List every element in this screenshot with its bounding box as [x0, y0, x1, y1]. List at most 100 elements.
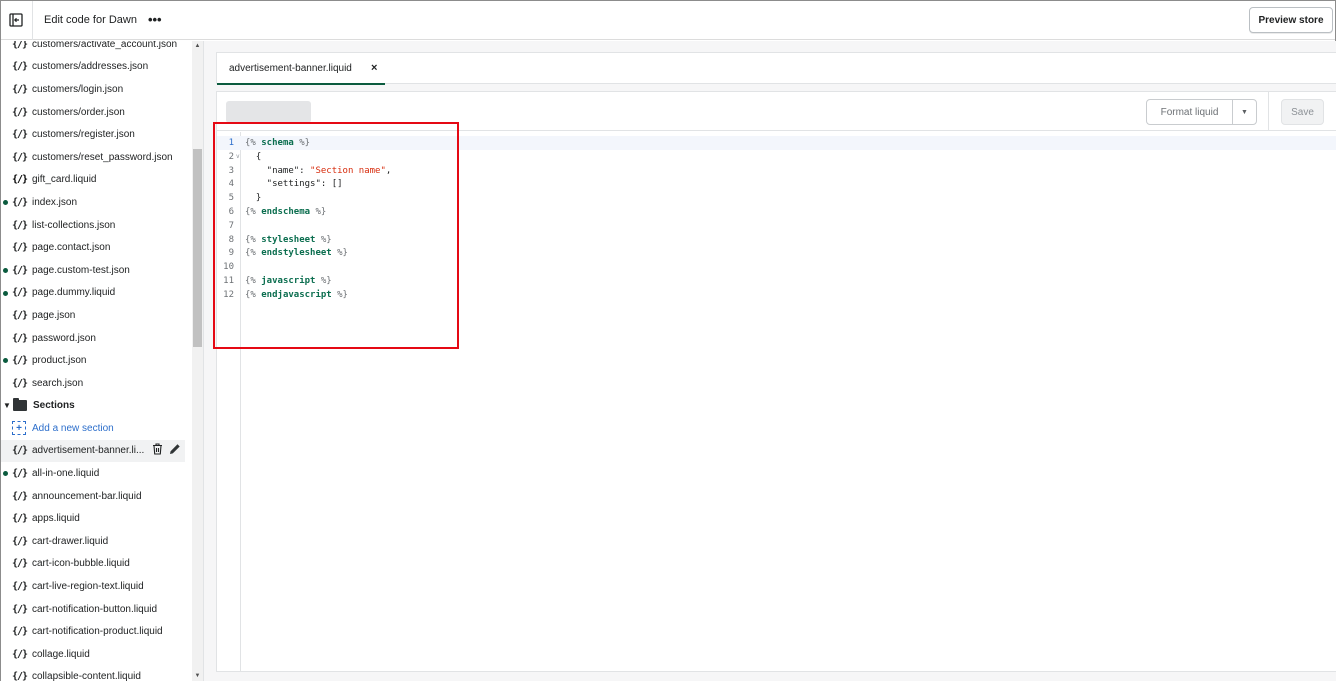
tab-advertisement-banner[interactable]: advertisement-banner.liquid [217, 53, 385, 85]
file-name: password.json [32, 332, 96, 344]
list-item[interactable]: {/} password.json [1, 327, 191, 350]
list-item[interactable]: {/} all-in-one.liquid [1, 462, 191, 485]
top-bar: Edit code for Dawn ••• Preview store [1, 0, 1335, 40]
liquid-file-icon: {/} [12, 129, 28, 141]
list-item[interactable]: {/} apps.liquid [1, 507, 191, 530]
liquid-file-icon: {/} [12, 535, 28, 547]
liquid-file-icon: {/} [12, 490, 28, 502]
file-name: list-collections.json [32, 219, 116, 231]
file-name: page.contact.json [32, 242, 111, 254]
liquid-file-icon: {/} [12, 106, 28, 118]
code-text: {% endjavascript %} [245, 289, 348, 300]
file-name: search.json [32, 377, 84, 389]
page-title: Edit code for Dawn [44, 14, 137, 26]
format-dropdown-chevron-icon[interactable]: ▼ [1232, 99, 1257, 125]
code-line[interactable]: 1 {% schema %} [217, 136, 1336, 150]
list-item[interactable]: {/} customers/reset_password.json [1, 146, 191, 169]
line-number: 6 [228, 207, 234, 217]
list-item[interactable]: {/} search.json [1, 372, 191, 395]
list-item[interactable]: {/} index.json [1, 191, 191, 214]
file-name: page.dummy.liquid [32, 287, 116, 299]
list-item[interactable]: {/} list-collections.json [1, 214, 191, 237]
list-item[interactable]: {/} gift_card.liquid [1, 169, 191, 192]
code-line[interactable]: 2v { [217, 150, 1336, 164]
code-text: {% javascript %} [245, 276, 332, 286]
code-text: {% stylesheet %} [245, 234, 332, 245]
exit-icon [9, 13, 23, 27]
code-editor[interactable]: 1 {% schema %} 2 v {3 "name": "Section name… [217, 132, 1336, 672]
file-name: announcement-bar.liquid [32, 490, 142, 502]
liquid-file-icon: {/} [12, 151, 28, 163]
code-line[interactable]: 3 "name": "Section name", [217, 164, 1336, 178]
fold-chevron-icon[interactable]: v [236, 150, 240, 164]
scroll-up-arrow-icon[interactable]: ▲ [192, 41, 203, 51]
list-item[interactable]: {/} cart-notification-product.liquid [1, 620, 191, 643]
code-line[interactable]: 7 [217, 219, 1336, 233]
code-text: "name": "Section name", [245, 165, 392, 176]
list-item[interactable]: {/} announcement-bar.liquid [1, 485, 191, 508]
add-section-label: Add a new section [32, 422, 114, 434]
file-list: {/} customers/activate_account.json {/} cus… [1, 41, 191, 681]
line-number: 9 [228, 248, 234, 259]
sections-folder[interactable]: ▼ Sections [1, 395, 191, 418]
line-number: 2 [228, 151, 234, 162]
editor-tab-bar: advertisement-banner.liquid × [216, 52, 1336, 85]
liquid-file-icon: {/} [12, 219, 28, 231]
more-actions-icon[interactable]: ••• [148, 13, 162, 26]
file-name: index.json [32, 196, 78, 208]
edit-pencil-icon[interactable] [169, 443, 181, 458]
list-item[interactable]: {/} customers/login.json [1, 78, 191, 101]
code-line[interactable]: 5 } [217, 191, 1336, 205]
modified-dot-icon [3, 267, 8, 273]
code-line[interactable]: 4 "settings": [] [217, 177, 1336, 191]
tab-label: advertisement-banner.liquid [229, 62, 352, 74]
file-name: advertisement-banner.li... [32, 445, 145, 457]
list-item[interactable]: {/} cart-notification-button.liquid [1, 598, 191, 621]
file-name: cart-drawer.liquid [32, 535, 109, 547]
list-item[interactable]: {/} cart-icon-bubble.liquid [1, 553, 191, 576]
code-line[interactable]: 9 {% endstylesheet %} [217, 246, 1336, 260]
code-line[interactable]: 11 {% javascript %} [217, 274, 1336, 288]
code-line[interactable]: 10 [217, 260, 1336, 274]
scroll-down-arrow-icon[interactable]: ▼ [192, 671, 203, 681]
file-name: cart-icon-bubble.liquid [32, 558, 130, 570]
list-item[interactable]: {/} product.json [1, 349, 191, 372]
liquid-file-icon: {/} [12, 242, 28, 254]
exit-editor-button[interactable] [4, 8, 28, 32]
save-button[interactable]: Save [1281, 99, 1324, 125]
file-name: all-in-one.liquid [32, 468, 100, 480]
list-item[interactable]: {/} customers/order.json [1, 101, 191, 124]
liquid-file-icon: {/} [12, 83, 28, 95]
list-item[interactable]: {/} customers/activate_account.json [1, 41, 191, 56]
file-name: customers/reset_password.json [32, 151, 173, 163]
add-new-section-link[interactable]: + Add a new section [1, 417, 191, 440]
list-item[interactable]: {/} customers/addresses.json [1, 56, 191, 79]
file-name: cart-notification-button.liquid [32, 603, 158, 615]
liquid-file-icon: {/} [12, 264, 28, 276]
list-item[interactable]: {/} collage.liquid [1, 643, 191, 666]
list-item[interactable]: {/} page.contact.json [1, 236, 191, 259]
delete-icon[interactable] [152, 443, 163, 458]
code-line[interactable]: 8 {% stylesheet %} [217, 233, 1336, 247]
line-number: 1 [228, 138, 234, 148]
format-liquid-button[interactable]: Format liquid [1146, 99, 1233, 125]
close-tab-icon[interactable]: × [371, 62, 377, 74]
list-item[interactable]: {/} collapsible-content.liquid [1, 666, 191, 681]
list-item[interactable]: {/} customers/register.json [1, 123, 191, 146]
sidebar-scrollbar[interactable]: ▲ ▼ [192, 41, 203, 681]
list-item[interactable]: {/} page.json [1, 304, 191, 327]
liquid-file-icon: {/} [12, 445, 28, 457]
list-item[interactable]: {/} page.custom-test.json [1, 259, 191, 282]
code-line[interactable]: 6 {% endschema %} [217, 205, 1336, 219]
scroll-thumb[interactable] [193, 149, 202, 347]
selected-file-advertisement-banner[interactable]: {/} advertisement-banner.li... [1, 439, 185, 463]
file-name: cart-live-region-text.liquid [32, 581, 144, 593]
preview-store-button[interactable]: Preview store [1249, 7, 1333, 33]
list-item[interactable]: {/} page.dummy.liquid [1, 282, 191, 305]
liquid-file-icon: {/} [12, 287, 28, 299]
file-name: customers/activate_account.json [32, 41, 178, 50]
modified-dot-icon [3, 200, 8, 206]
list-item[interactable]: {/} cart-live-region-text.liquid [1, 575, 191, 598]
code-line[interactable]: 12 {% endjavascript %} [217, 288, 1336, 302]
list-item[interactable]: {/} cart-drawer.liquid [1, 530, 191, 553]
